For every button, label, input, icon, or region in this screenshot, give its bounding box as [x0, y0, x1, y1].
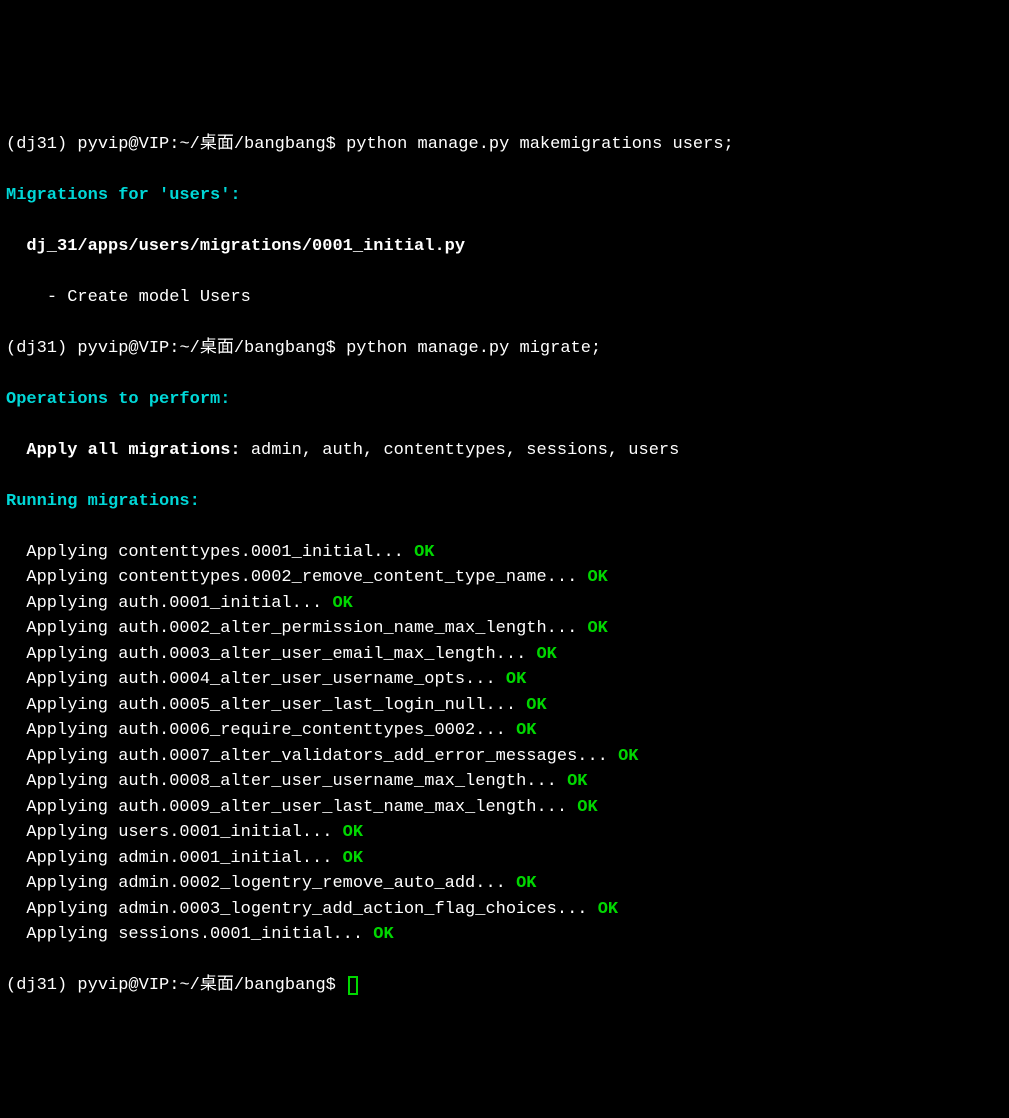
status-ok: OK [618, 747, 638, 766]
command-text: python manage.py makemigrations users; [346, 135, 734, 154]
status-ok: OK [343, 849, 363, 868]
operations-header: Operations to perform: [6, 387, 1003, 413]
migration-item: Applying auth.0002_alter_permission_name… [6, 616, 1003, 642]
migration-item: Applying contenttypes.0002_remove_conten… [6, 565, 1003, 591]
migration-text: Applying auth.0009_alter_user_last_name_… [26, 798, 577, 817]
terminal-output[interactable]: (dj31) pyvip@VIP:~/桌面/bangbang$ python m… [6, 106, 1003, 1024]
status-ok: OK [587, 568, 607, 587]
apply-list: admin, auth, contenttypes, sessions, use… [241, 441, 680, 460]
migration-item: Applying auth.0001_initial... OK [6, 591, 1003, 617]
venv-indicator: (dj31) [6, 339, 77, 358]
migration-text: Applying auth.0006_require_contenttypes_… [26, 721, 516, 740]
migration-text: Applying contenttypes.0002_remove_conten… [26, 568, 587, 587]
migration-item: Applying admin.0001_initial... OK [6, 846, 1003, 872]
user-host: pyvip@VIP [77, 339, 169, 358]
user-host: pyvip@VIP [77, 135, 169, 154]
migration-text: Applying auth.0005_alter_user_last_login… [26, 696, 526, 715]
path: :~/桌面/bangbang$ [169, 135, 346, 154]
prompt-line-2: (dj31) pyvip@VIP:~/桌面/bangbang$ python m… [6, 336, 1003, 362]
migration-item: Applying auth.0008_alter_user_username_m… [6, 769, 1003, 795]
migration-text: Applying admin.0002_logentry_remove_auto… [26, 874, 516, 893]
migration-item: Applying admin.0003_logentry_add_action_… [6, 897, 1003, 923]
migration-text: Applying users.0001_initial... [26, 823, 342, 842]
migration-action: - Create model Users [6, 285, 1003, 311]
status-ok: OK [587, 619, 607, 638]
command-text: python manage.py migrate; [346, 339, 601, 358]
apply-label: Apply all migrations: [26, 441, 240, 460]
migrations-header: Migrations for 'users': [6, 183, 1003, 209]
migration-text: Applying auth.0004_alter_user_username_o… [26, 670, 505, 689]
migration-item: Applying auth.0007_alter_validators_add_… [6, 744, 1003, 770]
migration-text: Applying auth.0002_alter_permission_name… [26, 619, 587, 638]
migration-file: dj_31/apps/users/migrations/0001_initial… [6, 234, 1003, 260]
path: :~/桌面/bangbang$ [169, 976, 346, 995]
status-ok: OK [536, 645, 556, 664]
migration-text: Applying auth.0007_alter_validators_add_… [26, 747, 618, 766]
venv-indicator: (dj31) [6, 135, 77, 154]
status-ok: OK [343, 823, 363, 842]
status-ok: OK [567, 772, 587, 791]
migration-item: Applying contenttypes.0001_initial... OK [6, 540, 1003, 566]
migration-text: Applying sessions.0001_initial... [26, 925, 373, 944]
venv-indicator: (dj31) [6, 976, 77, 995]
status-ok: OK [516, 721, 536, 740]
status-ok: OK [516, 874, 536, 893]
status-ok: OK [332, 594, 352, 613]
migration-item: Applying auth.0006_require_contenttypes_… [6, 718, 1003, 744]
migration-item: Applying admin.0002_logentry_remove_auto… [6, 871, 1003, 897]
path: :~/桌面/bangbang$ [169, 339, 346, 358]
user-host: pyvip@VIP [77, 976, 169, 995]
status-ok: OK [373, 925, 393, 944]
status-ok: OK [598, 900, 618, 919]
status-ok: OK [577, 798, 597, 817]
migration-list: Applying contenttypes.0001_initial... OK… [6, 540, 1003, 948]
migration-item: Applying auth.0005_alter_user_last_login… [6, 693, 1003, 719]
prompt-line-1: (dj31) pyvip@VIP:~/桌面/bangbang$ python m… [6, 132, 1003, 158]
apply-migrations-line: Apply all migrations: admin, auth, conte… [6, 438, 1003, 464]
cursor-icon [348, 976, 358, 995]
migration-item: Applying users.0001_initial... OK [6, 820, 1003, 846]
migration-text: Applying admin.0001_initial... [26, 849, 342, 868]
status-ok: OK [506, 670, 526, 689]
migration-item: Applying auth.0003_alter_user_email_max_… [6, 642, 1003, 668]
migration-text: Applying auth.0001_initial... [26, 594, 332, 613]
migration-text: Applying auth.0008_alter_user_username_m… [26, 772, 567, 791]
migration-text: Applying auth.0003_alter_user_email_max_… [26, 645, 536, 664]
migration-item: Applying sessions.0001_initial... OK [6, 922, 1003, 948]
running-header: Running migrations: [6, 489, 1003, 515]
migration-item: Applying auth.0009_alter_user_last_name_… [6, 795, 1003, 821]
migration-item: Applying auth.0004_alter_user_username_o… [6, 667, 1003, 693]
prompt-line-3: (dj31) pyvip@VIP:~/桌面/bangbang$ [6, 973, 1003, 999]
migration-text: Applying admin.0003_logentry_add_action_… [26, 900, 597, 919]
status-ok: OK [526, 696, 546, 715]
